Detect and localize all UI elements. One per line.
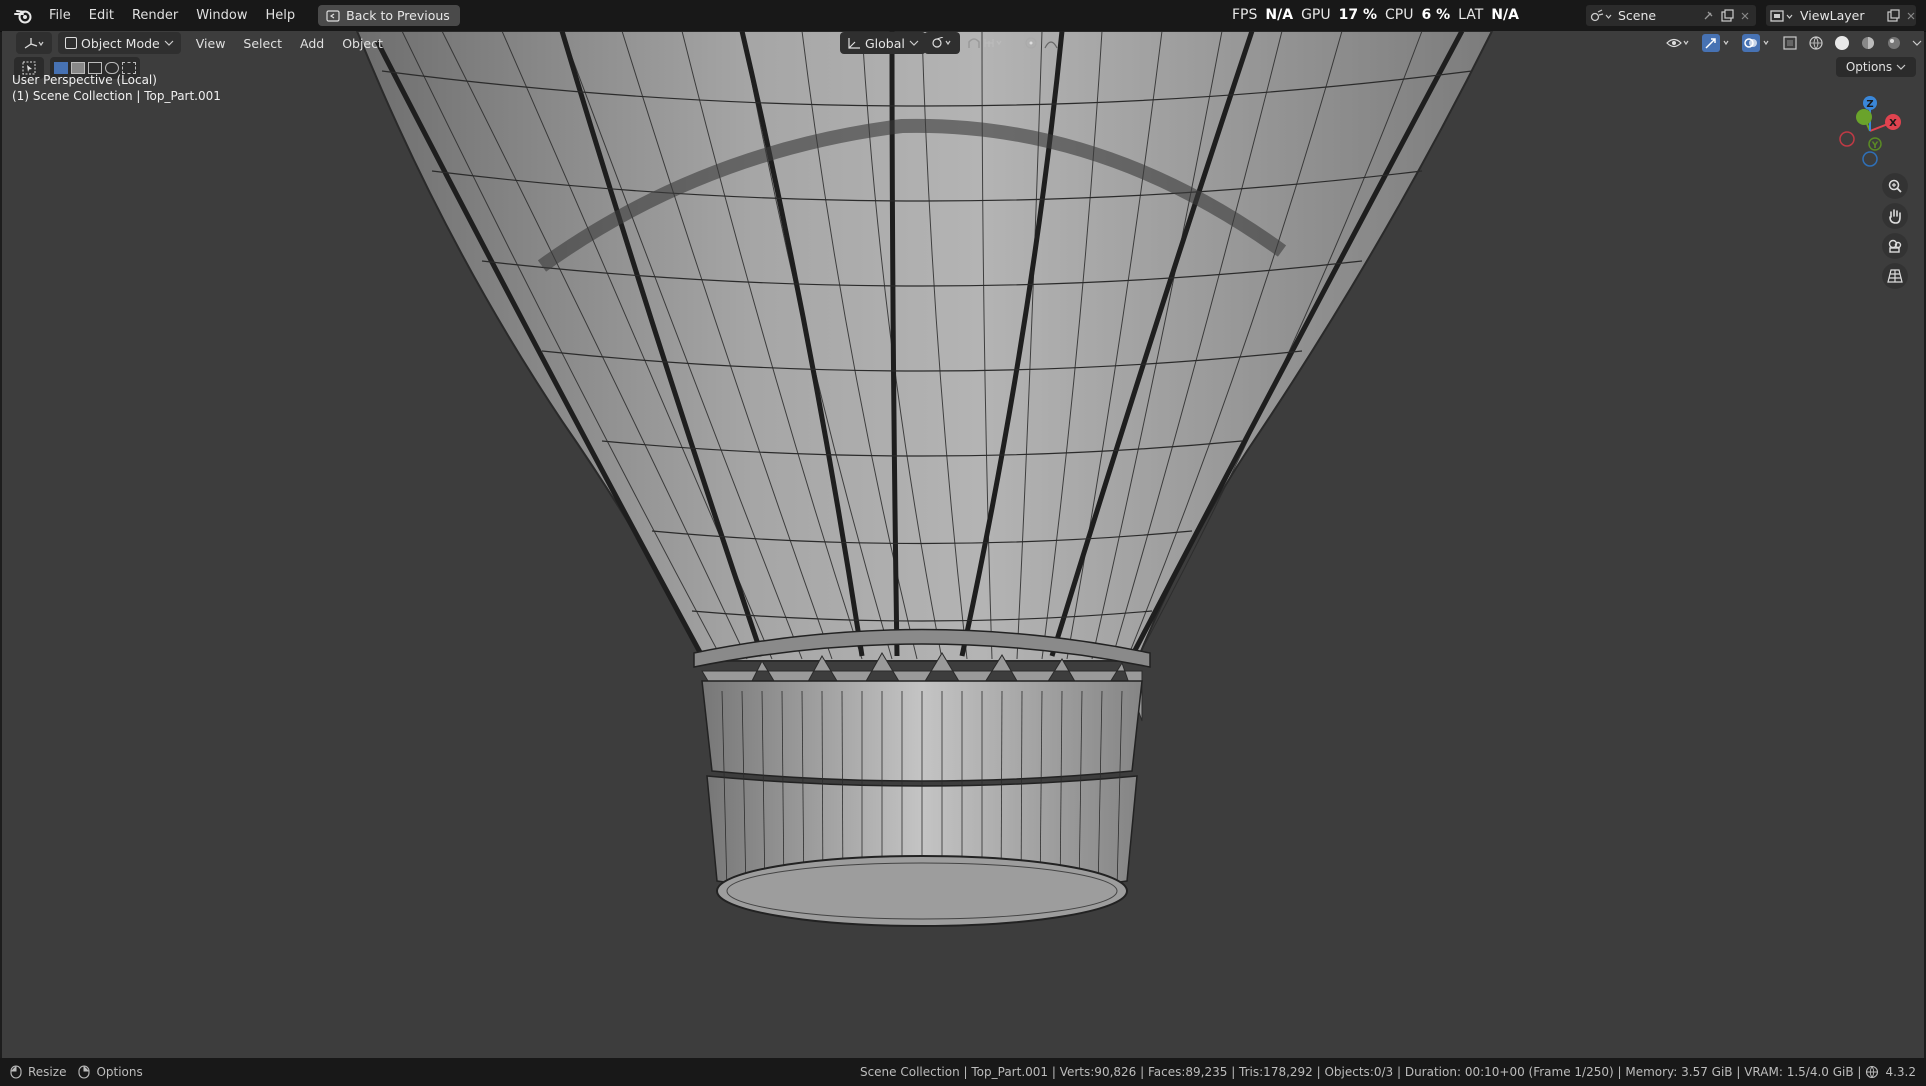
- performance-readout: FPS N/A GPU 17 % CPU 6 % LAT N/A: [1232, 7, 1519, 23]
- menu-render[interactable]: Render: [123, 4, 187, 27]
- 3d-viewport[interactable]: Object Mode View Select Add Object Globa…: [2, 31, 1924, 1058]
- menu-view[interactable]: View: [187, 36, 235, 51]
- lat-value: N/A: [1491, 7, 1519, 23]
- gizmo-z-label: Z: [1866, 99, 1873, 110]
- perspective-toggle-button[interactable]: [1882, 263, 1908, 289]
- balloon-wireframe-model: [355, 31, 1494, 927]
- scene-selector[interactable]: Scene: [1586, 5, 1756, 26]
- gpu-value: 17 %: [1338, 7, 1377, 23]
- transform-orientation-dropdown[interactable]: Global: [840, 32, 926, 54]
- fps-label: FPS: [1232, 7, 1258, 23]
- options-hint: Options: [96, 1065, 143, 1079]
- orientation-axis-icon: [848, 38, 860, 49]
- options-label: Options: [1845, 60, 1893, 74]
- pivot-point-dropdown[interactable]: [924, 32, 960, 54]
- hand-icon: [1889, 209, 1901, 224]
- menu-add[interactable]: Add: [291, 36, 333, 51]
- menu-window[interactable]: Window: [187, 4, 256, 27]
- wireframe-shading-icon[interactable]: [1808, 35, 1824, 51]
- view-name-label: User Perspective (Local): [12, 73, 157, 87]
- menu-select[interactable]: Select: [234, 36, 291, 51]
- chevron-down-icon[interactable]: [1912, 39, 1922, 47]
- viewport-right-tools: [1666, 34, 1922, 52]
- scene-icon: [1590, 8, 1612, 21]
- view-layer-icon: [1770, 9, 1793, 22]
- overlays-toggle-icon[interactable]: [1742, 34, 1772, 52]
- pin-icon[interactable]: [1702, 10, 1714, 22]
- editor-type-selector[interactable]: [16, 32, 52, 54]
- status-hints: Resize Options: [10, 1065, 143, 1079]
- grid-perspective-icon: [1887, 269, 1903, 283]
- rendered-shading-icon[interactable]: [1886, 35, 1902, 51]
- chevron-down-icon: [1896, 64, 1906, 70]
- camera-icon: [1888, 239, 1902, 253]
- status-stats: Scene Collection | Top_Part.001 | Verts:…: [860, 1065, 1916, 1079]
- proportional-edit-icon: [1025, 37, 1058, 49]
- material-shading-icon[interactable]: [1860, 35, 1876, 51]
- close-scene-icon[interactable]: [1740, 11, 1750, 21]
- scene-name: Scene: [1618, 8, 1657, 23]
- xray-toggle-icon[interactable]: [1782, 35, 1798, 51]
- gizmo-toggle-icon[interactable]: [1702, 34, 1732, 52]
- new-scene-icon[interactable]: [1720, 8, 1734, 23]
- 3d-viewport-icon: [24, 38, 44, 49]
- zoom-magnifier-icon: [1888, 179, 1902, 193]
- pan-button[interactable]: [1882, 203, 1908, 229]
- fps-value: N/A: [1265, 7, 1294, 23]
- lat-label: LAT: [1458, 7, 1484, 23]
- solid-shading-icon[interactable]: [1834, 35, 1850, 51]
- mouse-right-icon: [78, 1065, 91, 1079]
- globe-network-icon: [1866, 1065, 1879, 1079]
- gpu-label: GPU: [1301, 7, 1331, 23]
- cpu-value: 6 %: [1421, 7, 1451, 23]
- gizmo-x-label: X: [1889, 118, 1897, 129]
- version-label: 4.3.2: [1885, 1065, 1916, 1079]
- gizmo-y-label: Y: [1871, 141, 1879, 151]
- view-layer-name: ViewLayer: [1800, 8, 1865, 23]
- chevron-down-icon: [909, 40, 919, 46]
- back-icon: [326, 9, 340, 22]
- object-mode-icon: [65, 37, 77, 49]
- viewport-options-button[interactable]: Options: [1835, 57, 1916, 77]
- blender-logo-icon[interactable]: [12, 5, 34, 27]
- cpu-label: CPU: [1385, 7, 1414, 23]
- object-mode-label: Object Mode: [81, 35, 160, 51]
- mouse-left-icon: [10, 1065, 22, 1079]
- snap-toggle[interactable]: [960, 32, 1014, 54]
- navigation-gizmo[interactable]: X Y Z: [1830, 91, 1910, 171]
- back-to-previous-label: Back to Previous: [346, 8, 450, 23]
- status-bar: Resize Options Scene Collection | Top_Pa…: [0, 1058, 1926, 1086]
- zoom-button[interactable]: [1882, 173, 1908, 199]
- menu-object[interactable]: Object: [333, 36, 392, 51]
- viewport-header: Object Mode View Select Add Object Globa…: [2, 31, 1924, 55]
- close-view-layer-icon[interactable]: [1906, 11, 1916, 21]
- scene-statistics: Scene Collection | Top_Part.001 | Verts:…: [859, 1065, 1862, 1079]
- camera-view-button[interactable]: [1882, 233, 1908, 259]
- back-to-previous-button[interactable]: Back to Previous: [318, 5, 460, 26]
- proportional-edit-toggle[interactable]: [1018, 32, 1072, 54]
- pivot-icon: [932, 37, 951, 48]
- chevron-down-icon: [164, 40, 174, 46]
- new-view-layer-icon[interactable]: [1886, 8, 1900, 23]
- resize-hint: Resize: [28, 1065, 67, 1079]
- orientation-label: Global: [865, 35, 905, 51]
- menu-help[interactable]: Help: [257, 4, 305, 27]
- object-mode-dropdown[interactable]: Object Mode: [58, 32, 181, 54]
- magnet-icon: [968, 38, 1002, 48]
- view-layer-selector[interactable]: ViewLayer: [1766, 5, 1916, 26]
- menu-file[interactable]: File: [40, 4, 80, 27]
- menu-edit[interactable]: Edit: [80, 4, 123, 27]
- visibility-eye-icon[interactable]: [1666, 35, 1692, 51]
- collection-path-label: (1) Scene Collection | Top_Part.001: [12, 89, 221, 103]
